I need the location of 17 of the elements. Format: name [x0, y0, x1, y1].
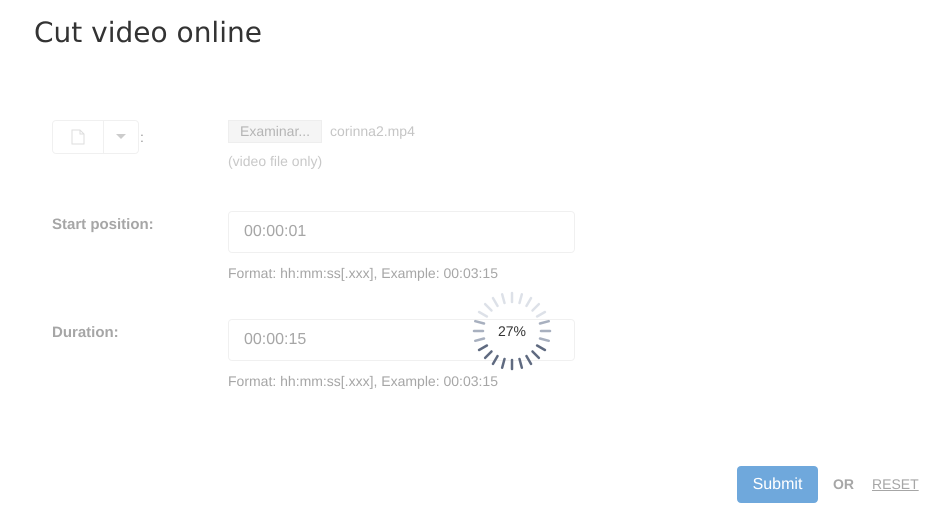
- field-label: :: [140, 128, 144, 146]
- submit-button[interactable]: Submit: [737, 466, 818, 503]
- browse-button[interactable]: Examinar...: [228, 120, 322, 143]
- reset-link[interactable]: RESET: [872, 474, 919, 495]
- progress-text: 27%: [498, 322, 526, 340]
- or-separator: OR: [833, 475, 854, 494]
- file-menu-button[interactable]: [52, 120, 139, 154]
- file-name: corinna2.mp4: [330, 122, 415, 141]
- page-title: Cut video online: [34, 15, 262, 51]
- field-label: Start position:: [52, 216, 154, 233]
- spinner-icon: [470, 289, 554, 373]
- file-icon: [71, 129, 85, 145]
- field-label: Duration:: [52, 324, 119, 341]
- format-hint: Format: hh:mm:ss[.xxx], Example: 00:03:15: [228, 372, 499, 391]
- caret-icon: [116, 134, 126, 140]
- format-hint: Format: hh:mm:ss[.xxx], Example: 00:03:15: [228, 264, 499, 283]
- time-input[interactable]: 00:00:01: [228, 211, 575, 253]
